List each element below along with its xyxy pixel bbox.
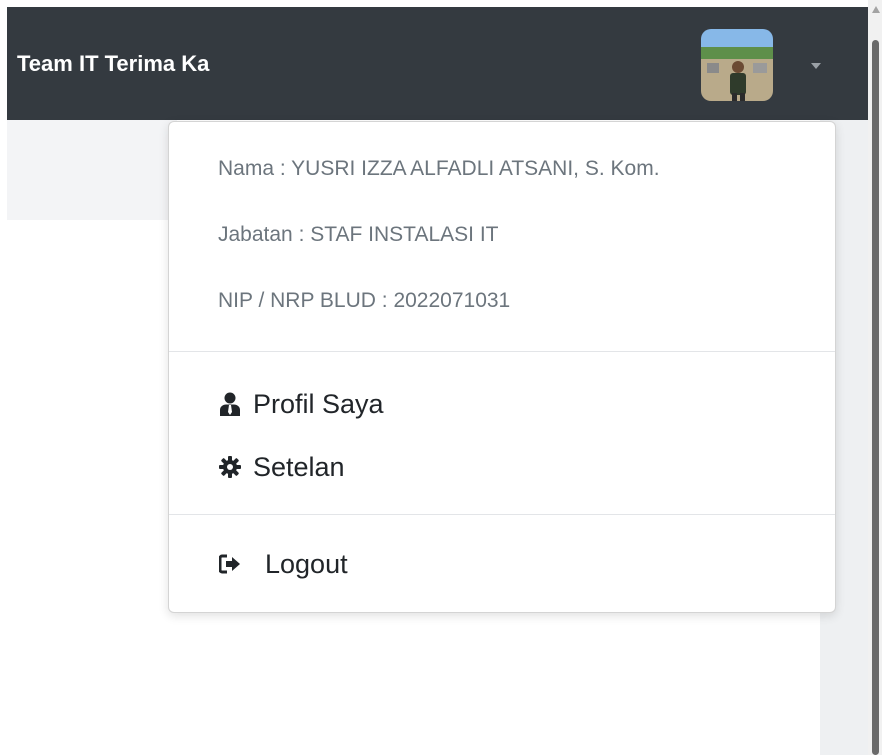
scrollbar-thumb[interactable] [872,40,879,755]
content-header-band [7,120,177,220]
navbar-brand-text: Team IT Terima Ka [17,51,210,76]
scroll-up-arrow-icon[interactable] [872,6,880,13]
avatar-photo-icon [701,29,773,101]
profile-menu-item[interactable]: Profil Saya [217,384,797,424]
user-name-text: Nama : YUSRI IZZA ALFADLI ATSANI, S. Kom… [218,157,660,180]
chevron-down-icon[interactable] [811,63,821,69]
top-strip [0,0,868,7]
profile-menu-label: Profil Saya [253,388,384,419]
user-menu-toggle[interactable] [701,29,821,101]
page: Team IT Terima Ka Nama: YUSRI IZZA ALFA… [0,0,882,755]
dropdown-divider [169,351,835,352]
user-tie-icon [217,391,243,417]
settings-menu-label: Setelan [253,451,345,482]
logout-menu-item[interactable]: Logout [217,544,797,584]
vertical-scrollbar[interactable] [868,0,882,755]
dropdown-divider [169,514,835,515]
gear-icon [217,454,243,480]
sign-out-icon [217,551,243,577]
user-nip-text: NIP / NRP BLUD : 2022071031 [218,289,511,312]
user-position-text: Jabatan : STAF INSTALASI IT [218,223,499,246]
settings-menu-item[interactable]: Setelan [217,447,797,487]
logout-menu-label: Logout [265,548,348,579]
user-dropdown-menu: Nama : YUSRI IZZA ALFADLI ATSANI, S. Kom… [168,121,836,613]
top-navbar: Team IT Terima Ka [7,7,868,120]
user-avatar[interactable] [701,29,773,101]
